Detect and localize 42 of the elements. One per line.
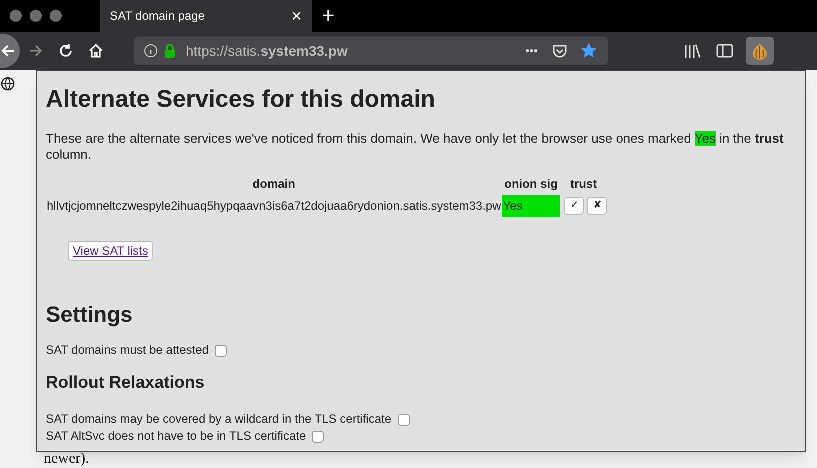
column-header: domain <box>46 175 502 195</box>
checkbox[interactable] <box>214 344 227 356</box>
reload-icon[interactable] <box>58 43 74 59</box>
setting-label: SAT domains may be covered by a wildcard in the TLS certificate <box>46 412 392 427</box>
sidebar-icon[interactable] <box>716 43 734 59</box>
bookmark-star-icon[interactable] <box>580 42 598 60</box>
browser-tab[interactable]: SAT domain page × <box>100 0 312 32</box>
url-bar[interactable]: https://satis.system33.pw ••• <box>134 37 608 65</box>
setting-label: SAT domains must be attested <box>46 343 209 358</box>
pocket-icon[interactable] <box>552 43 568 59</box>
onion-icon <box>752 42 768 60</box>
section-heading: Settings <box>46 301 134 329</box>
new-tab-button[interactable]: + <box>322 5 335 27</box>
home-icon[interactable] <box>88 43 104 59</box>
more-actions-button[interactable]: ••• <box>525 42 538 60</box>
section-heading: Rollout Relaxations <box>46 372 206 394</box>
checkbox[interactable] <box>398 414 410 426</box>
library-icon[interactable] <box>684 43 702 59</box>
setting-label: SAT AltSvc does not have to be in TLS certificate <box>46 429 306 444</box>
page-text: newer). <box>44 452 90 467</box>
minimize-window-icon[interactable] <box>30 10 42 22</box>
checkbox[interactable] <box>312 430 324 442</box>
trust-button[interactable]: ✓ <box>564 197 584 215</box>
column-header: onion sig <box>502 175 560 195</box>
tab-title: SAT domain page <box>110 8 205 25</box>
close-tab-button[interactable]: × <box>291 7 302 25</box>
intro-paragraph: These are the alternate services we've noticed from this domain. We have only let the browser use ones marked Yes in the trust column. <box>46 131 785 163</box>
globe-icon <box>1 77 15 91</box>
forward-icon[interactable] <box>28 43 44 59</box>
distrust-button[interactable]: ✘ <box>587 197 608 215</box>
info-icon[interactable] <box>144 44 158 58</box>
panel-title: Alternate Services for this domain <box>46 85 436 115</box>
view-sat-lists-button[interactable]: View SAT lists <box>68 241 154 261</box>
maximize-window-icon[interactable] <box>50 10 62 22</box>
onion-extension-button[interactable] <box>746 37 774 65</box>
column-header: trust <box>569 176 598 193</box>
url-text: https://satis.system33.pw <box>186 42 348 61</box>
back-arrow-icon <box>0 43 16 59</box>
close-window-icon[interactable] <box>10 10 22 22</box>
lock-icon <box>164 44 176 58</box>
onion-sig-cell: Yes <box>502 195 560 217</box>
domain-cell: hllvtjcjomneltczwespyle2ihuaq5hypqaavn3is6a7t2dojuaa6rydonion.satis.system33.pw <box>46 195 502 217</box>
